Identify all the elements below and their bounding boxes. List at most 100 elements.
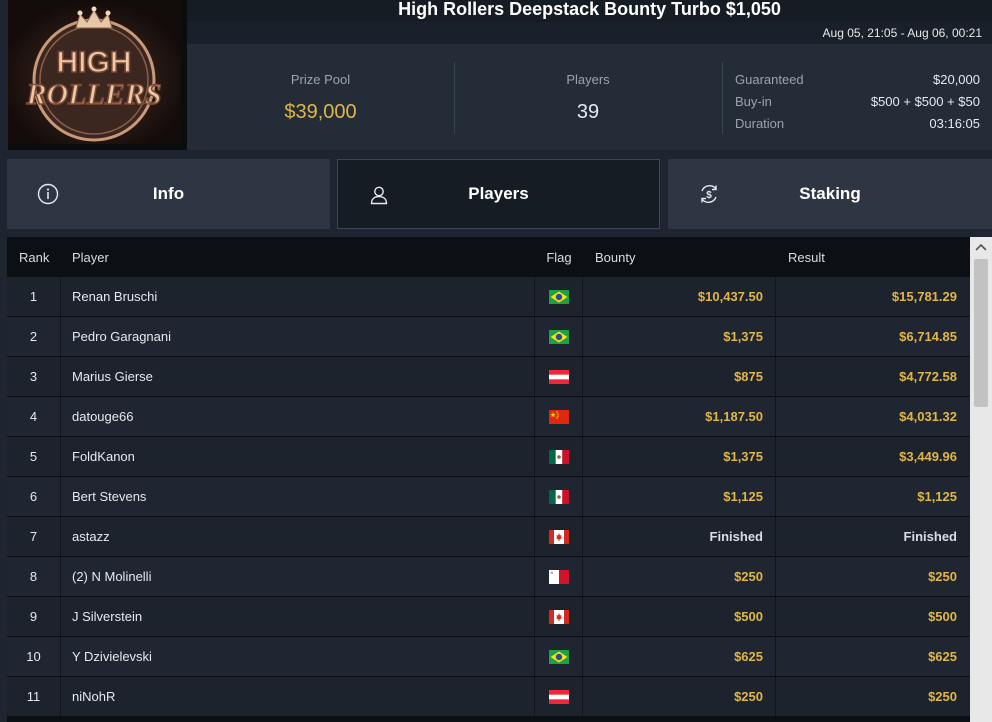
result-cell: $625 — [928, 649, 957, 664]
flag-cell — [535, 477, 583, 516]
page-title: High Rollers Deepstack Bounty Turbo $1,0… — [398, 0, 781, 19]
bounty-cell: $625 — [583, 637, 776, 676]
high-rollers-logo-graphic: HIGH ROLLERS — [8, 0, 181, 144]
header-result[interactable]: Result — [776, 237, 969, 277]
flag-cell — [535, 557, 583, 596]
table-row[interactable]: 2 Pedro Garagnani $1,375 $6,714.85 — [7, 317, 970, 357]
bounty-cell: $500 — [583, 597, 776, 636]
title-bar: High Rollers Deepstack Bounty Turbo $1,0… — [187, 0, 992, 22]
user-icon — [370, 186, 388, 205]
scrollbar[interactable] — [970, 237, 992, 722]
svg-text:$: $ — [706, 190, 712, 201]
stats-panel: Prize Pool $39,000 Players 39 Guaranteed… — [187, 44, 992, 150]
bounty-cell: $10,437.50 — [583, 277, 776, 316]
detail-value: $20,000 — [933, 71, 980, 87]
rank-cell: 2 — [7, 317, 61, 356]
table-row[interactable]: 10 Y Dzivielevski $625 $625 — [7, 637, 970, 677]
header-bounty[interactable]: Bounty — [583, 237, 776, 277]
tournament-details: Guaranteed $20,000 Buy-in $500 + $500 + … — [735, 68, 980, 134]
flag-cell — [535, 357, 583, 396]
tab-players-label: Players — [468, 184, 529, 203]
header-flag[interactable]: Flag — [535, 237, 583, 277]
player-name[interactable]: astazz — [61, 517, 535, 556]
flag-cell — [535, 317, 583, 356]
flag-cell — [535, 277, 583, 316]
china-flag-icon — [548, 409, 569, 424]
dollar-cycle-icon: $ — [701, 185, 717, 203]
malta-flag-icon — [548, 569, 569, 584]
austria-flag-icon — [548, 369, 569, 384]
header-player[interactable]: Player — [61, 237, 535, 277]
tab-info-label: Info — [152, 184, 185, 203]
result-cell: Finished — [903, 529, 957, 544]
player-name[interactable]: Y Dzivielevski — [61, 637, 535, 676]
table-row[interactable]: 11 niNohR $250 $250 — [7, 677, 970, 717]
player-name[interactable]: Bert Stevens — [61, 477, 535, 516]
tab-players[interactable]: Players — [337, 159, 660, 229]
bounty-cell: $1,125 — [583, 477, 776, 516]
table-row[interactable]: 9J Silverstein $500 $500 — [7, 597, 970, 637]
result-cell: $4,031.32 — [899, 409, 957, 424]
players-value: 39 — [576, 101, 600, 123]
canada-flag-icon — [548, 529, 569, 544]
table-row[interactable]: 7 astazz Finished Finished — [7, 517, 970, 557]
detail-value: $500 + $500 + $50 — [870, 93, 980, 109]
rank-cell: 3 — [7, 357, 61, 396]
scroll-up-button[interactable] — [970, 237, 992, 257]
player-name[interactable]: Renan Bruschi — [61, 277, 535, 316]
table-header: Rank Player Flag Bounty Result — [7, 237, 970, 277]
flag-cell — [535, 517, 583, 556]
player-name[interactable]: J Silverstein — [61, 597, 535, 636]
table-row[interactable]: 4 datouge66 $1,187.50 $4,031.32 — [7, 397, 970, 437]
flag-cell — [535, 397, 583, 436]
prize-pool-value: $39,000 — [284, 101, 357, 123]
table-row[interactable]: 5 FoldKanon $1,375 $3,449.96 — [7, 437, 970, 477]
table-row[interactable]: 8 (2) N Molinelli $250 $250 — [7, 557, 970, 597]
table-body: 1 Renan Bruschi $10,437.50 $15,781.29 2 Pedro… — [7, 277, 970, 717]
flag-cell — [535, 637, 583, 676]
rank-cell: 4 — [7, 397, 61, 436]
player-name[interactable]: (2) N Molinelli — [61, 557, 535, 596]
player-name[interactable]: FoldKanon — [61, 437, 535, 476]
mexico-flag-icon — [548, 449, 569, 464]
detail-buy-in: Buy-in $500 + $500 + $50 — [735, 90, 980, 112]
result-cell: $250 — [928, 569, 957, 584]
rank-cell: 8 — [7, 557, 61, 596]
bounty-cell: $875 — [583, 357, 776, 396]
detail-key: Duration — [735, 115, 785, 131]
result-cell: $6,714.85 — [899, 329, 957, 344]
prize-pool-stat: Prize Pool $39,000 — [187, 44, 454, 150]
brazil-flag-icon — [548, 329, 569, 344]
result-cell: $1,125 — [917, 489, 957, 504]
header-rank[interactable]: Rank — [7, 237, 61, 277]
tab-staking[interactable]: $ Staking — [668, 159, 992, 229]
date-range: Aug 05, 21:05 - Aug 06, 00:21 — [187, 22, 992, 44]
players-stat: Players 39 — [455, 44, 721, 150]
player-name[interactable]: Pedro Garagnani — [61, 317, 535, 356]
mexico-flag-icon — [548, 489, 569, 504]
tab-info[interactable]: Info — [7, 159, 330, 229]
player-name[interactable]: datouge66 — [61, 397, 535, 436]
tournament-logo: HIGH ROLLERS — [8, 0, 187, 150]
rank-cell: 7 — [7, 517, 61, 556]
bounty-cell: $1,187.50 — [583, 397, 776, 436]
logo-text-rollers: ROLLERS — [25, 78, 161, 111]
rank-cell: 6 — [7, 477, 61, 516]
players-label: Players — [566, 72, 610, 87]
rank-cell: 9 — [7, 597, 61, 636]
rank-cell: 1 — [7, 277, 61, 316]
player-name[interactable]: niNohR — [61, 677, 535, 716]
detail-key: Guaranteed — [735, 71, 804, 87]
brazil-flag-icon — [548, 649, 569, 664]
table-row[interactable]: 6 Bert Stevens $1,125 $1,125 — [7, 477, 970, 517]
table-row[interactable]: 3 Marius Gierse $875 $4,772.58 — [7, 357, 970, 397]
player-name[interactable]: Marius Gierse — [61, 357, 535, 396]
bounty-cell: $1,375 — [583, 437, 776, 476]
scroll-thumb[interactable] — [974, 259, 988, 407]
rank-cell: 10 — [7, 637, 61, 676]
players-table: Rank Player Flag Bounty Result 1 Renan Br… — [7, 237, 970, 722]
table-row[interactable]: 1 Renan Bruschi $10,437.50 $15,781.29 — [7, 277, 970, 317]
divider — [722, 62, 723, 134]
detail-guaranteed: Guaranteed $20,000 — [735, 68, 980, 90]
flag-cell — [535, 597, 583, 636]
